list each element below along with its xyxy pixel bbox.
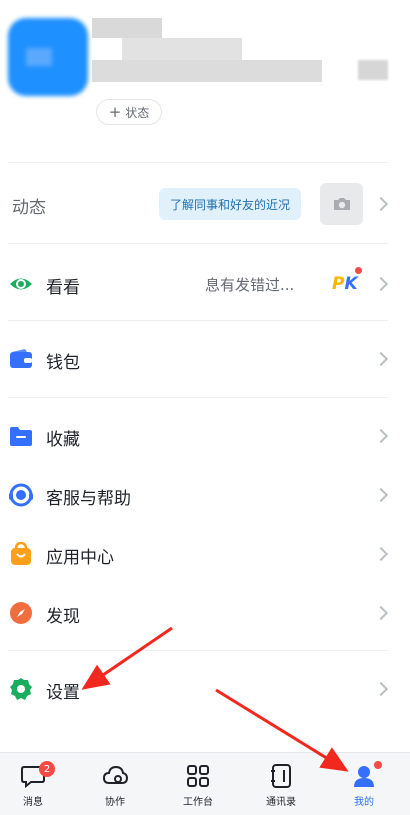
folder-icon — [8, 423, 34, 449]
tab-label: 我的 — [354, 797, 374, 808]
menu-label: 客服与帮助 — [46, 489, 131, 509]
menu-label: 钱包 — [46, 353, 80, 373]
tab-label: 工作台 — [183, 797, 213, 808]
divider — [8, 650, 388, 651]
tab-workbench[interactable]: 工作台 — [168, 753, 228, 815]
menu-item-app-center[interactable]: 应用中心 — [0, 525, 410, 583]
person-icon — [354, 766, 374, 787]
chevron-right-icon — [373, 605, 389, 621]
moments-label: 动态 — [12, 198, 46, 218]
tab-collab[interactable]: 协作 — [85, 753, 145, 815]
divider — [8, 320, 388, 321]
moments-tip[interactable]: 了解同事和好友的近况 — [159, 188, 301, 220]
menu-label: 收藏 — [46, 430, 80, 450]
compass-icon — [8, 600, 34, 626]
bottom-tab-bar: 2 消息 协作 工作台 通讯录 我的 — [0, 752, 410, 815]
user-name-blurred — [92, 18, 322, 88]
chevron-right-icon — [373, 487, 389, 503]
contacts-book-icon — [271, 764, 291, 788]
add-status-button[interactable]: + 状态 — [96, 99, 162, 125]
menu-item-kankan[interactable]: 看看 息有发错过... PK — [0, 255, 410, 313]
profile-header: + 状态 — [0, 0, 410, 160]
tab-label: 消息 — [23, 797, 43, 808]
status-label: 状态 — [125, 105, 150, 120]
tab-messages[interactable]: 2 消息 — [3, 753, 63, 815]
menu-label: 应用中心 — [46, 548, 114, 568]
menu-item-support[interactable]: 客服与帮助 — [0, 466, 410, 524]
chevron-right-icon — [373, 546, 389, 562]
camera-icon[interactable] — [320, 183, 363, 225]
menu-label: 发现 — [46, 607, 80, 627]
plus-icon: + — [108, 102, 122, 121]
avatar[interactable] — [8, 18, 88, 96]
chevron-right-icon — [373, 276, 389, 292]
menu-item-wallet[interactable]: 钱包 — [0, 330, 410, 388]
tab-contacts[interactable]: 通讯录 — [251, 753, 311, 815]
moments-row[interactable]: 动态 了解同事和好友的近况 — [0, 163, 410, 245]
gear-icon — [8, 676, 34, 702]
menu-label: 看看 — [46, 278, 80, 298]
cloud-doc-icon — [102, 765, 128, 784]
chevron-right-icon — [373, 681, 389, 697]
tab-label: 协作 — [105, 797, 125, 808]
menu-label: 设置 — [46, 683, 80, 703]
chevron-right-icon — [373, 351, 389, 367]
grid-icon — [187, 765, 209, 787]
divider — [8, 397, 388, 398]
headset-icon — [8, 482, 34, 508]
tab-me[interactable]: 我的 — [334, 753, 394, 815]
menu-item-discover[interactable]: 发现 — [0, 584, 410, 642]
pk-icon: PK — [332, 274, 358, 294]
menu-item-settings[interactable]: 设置 — [0, 660, 410, 718]
menu-item-favorites[interactable]: 收藏 — [0, 407, 410, 465]
chevron-right-icon — [373, 196, 389, 212]
unread-badge: 2 — [39, 761, 55, 777]
kankan-subtitle: 息有发错过... — [205, 276, 295, 294]
eye-icon — [8, 271, 34, 297]
divider — [8, 243, 388, 244]
qr-code-icon[interactable] — [358, 60, 388, 80]
wallet-icon — [8, 346, 34, 372]
new-dot — [355, 267, 362, 274]
shopping-bag-icon — [8, 541, 34, 567]
chevron-right-icon — [373, 428, 389, 444]
tab-label: 通讯录 — [266, 797, 296, 808]
new-dot — [374, 761, 382, 769]
